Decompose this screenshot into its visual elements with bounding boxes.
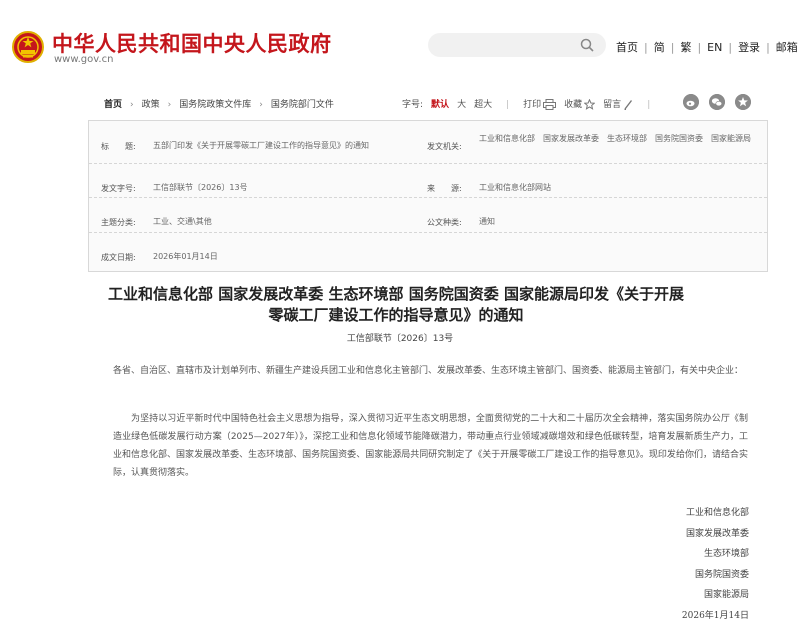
favorite-icon[interactable] [584,99,596,110]
star-icon[interactable] [735,94,751,110]
font-large-button[interactable]: 大 [457,100,466,110]
meta-type-label: 公文种类: [427,218,462,227]
nav-mailbox[interactable]: 邮箱 [776,41,798,54]
comment-button[interactable]: 留言 [603,100,621,110]
print-icon[interactable] [543,99,557,110]
meta-issuer-label: 发文机关: [427,142,462,151]
breadcrumb-policy-library[interactable]: 国务院政策文件库 [179,100,251,110]
breadcrumb-department-docs[interactable]: 国务院部门文件 [271,100,334,110]
meta-row-title: 标 题: 五部门印发《关于开展零碳工厂建设工作的指导意见》的通知 发文机关: 工… [89,121,767,164]
meta-date-label: 成文日期: [101,253,136,262]
breadcrumb-policy[interactable]: 政策 [142,100,160,110]
favorite-button[interactable]: 收藏 [564,100,582,110]
breadcrumb-home[interactable]: 首页 [104,100,122,110]
meta-title-value: 五部门印发《关于开展零碳工厂建设工作的指导意见》的通知 [153,141,369,150]
national-emblem-icon[interactable] [12,30,44,64]
font-default-button[interactable]: 默认 [431,100,449,110]
print-button[interactable]: 打印 [523,100,541,110]
meta-topic-value: 工业、交通\其他 [153,217,212,226]
nav-home[interactable]: 首页 [616,41,638,54]
meta-source-label: 来 源: [427,184,462,193]
search-input[interactable] [428,33,606,57]
signing-date: 2026年1月14日 [681,610,749,621]
meta-docno-value: 工信部联节〔2026〕13号 [153,183,248,192]
meta-title-label: 标 题: [101,142,136,151]
article-recipients: 各省、自治区、直辖市及计划单列市、新疆生产建设兵团工业和信息化主管部门、发展改革… [113,366,744,376]
meta-docno-label: 发文字号: [101,184,136,193]
signer-ndrc: 国家发展改革委 [685,528,749,539]
meta-source-value: 工业和信息化部网站 [479,183,551,192]
font-size-label: 字号: [402,100,424,110]
signer-mee: 生态环境部 [703,549,749,559]
font-xlarge-button[interactable]: 超大 [474,100,492,110]
meta-row-topic: 主题分类: 工业、交通\其他 公文种类: 通知 [89,197,767,233]
nav-english[interactable]: EN [707,41,722,54]
nav-traditional[interactable]: 繁 [680,41,691,54]
meta-type-value: 通知 [479,217,495,226]
site-header: 中华人民共和国中央人民政府 www.gov.cn 首页 | 简 | 繁 | EN | 登录 | 邮箱 [0,0,800,90]
article-doc-number: 工信部联节〔2026〕13号 [346,334,454,344]
breadcrumb: 首页 › 政策 › 国务院政策文件库 › 国务院部门文件 [104,100,334,110]
nav-simplified[interactable]: 简 [654,41,665,54]
meta-date-value: 2026年01月14日 [153,252,218,261]
wechat-icon[interactable] [709,94,725,110]
article-signers: 工业和信息化部 国家发展改革委 生态环境部 国务院国资委 国家能源局 2026年… [682,503,749,626]
search-icon[interactable] [580,38,594,52]
site-url[interactable]: www.gov.cn [54,54,113,65]
signer-nea: 国家能源局 [703,590,749,600]
article-tools: 字号: 默认大超大 | 打印 收藏 留言 | [402,99,651,110]
nav-login[interactable]: 登录 [738,41,760,54]
document-meta-table: 标 题: 五部门印发《关于开展零碳工厂建设工作的指导意见》的通知 发文机关: 工… [88,120,768,272]
top-nav: 首页 | 简 | 繁 | EN | 登录 | 邮箱 [616,41,798,54]
meta-row-date: 成文日期: 2026年01月14日 [89,232,767,271]
meta-issuer-value: 工业和信息化部 国家发展改革委 生态环境部 国务院国资委 国家能源局 [479,134,751,143]
comment-icon[interactable] [623,99,633,110]
signer-sasac: 国务院国资委 [694,569,749,580]
article-body: 为坚持以习近平新时代中国特色社会主义思想为指导，深入贯彻习近平生态文明思想，全面… [113,414,748,478]
weibo-icon[interactable] [683,94,699,110]
meta-row-docno: 发文字号: 工信部联节〔2026〕13号 来 源: 工业和信息化部网站 [89,163,767,198]
signer-miit: 工业和信息化部 [685,508,749,518]
meta-topic-label: 主题分类: [101,218,136,227]
article-title: 工业和信息化部 国家发展改革委 生态环境部 国务院国资委 国家能源局印发《关于开… [108,285,684,324]
